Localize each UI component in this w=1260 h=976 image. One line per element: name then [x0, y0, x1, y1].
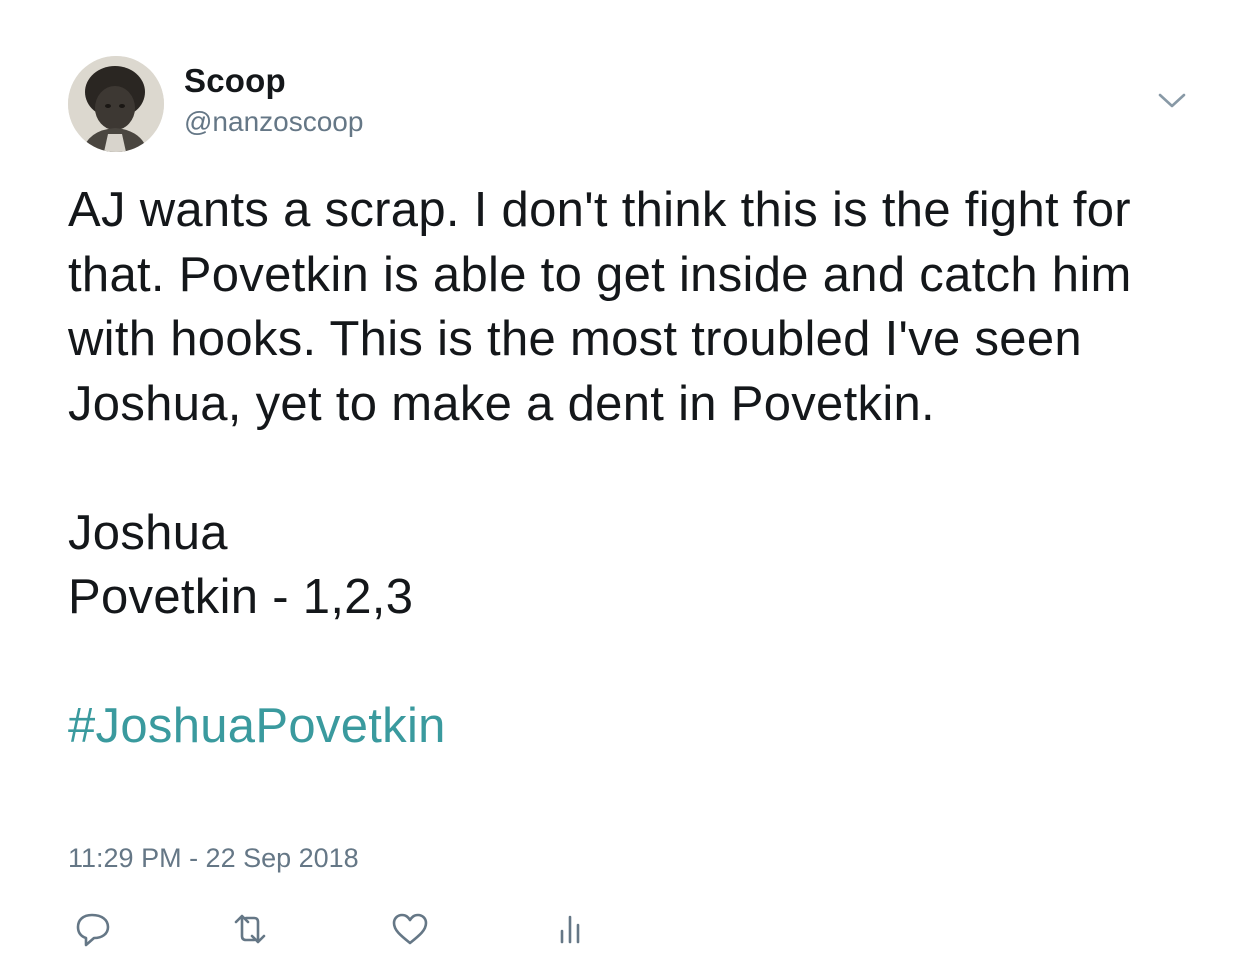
tweet-timestamp[interactable]: 11:29 PM - 22 Sep 2018	[68, 843, 359, 874]
avatar[interactable]	[68, 56, 164, 152]
heart-icon[interactable]	[386, 905, 434, 953]
tweet-card: Scoop @nanzoscoop AJ wants a scrap. I do…	[0, 0, 1260, 976]
author-handle[interactable]: @nanzoscoop	[184, 106, 363, 138]
retweet-icon[interactable]	[226, 905, 274, 953]
hashtag-link[interactable]: #JoshuaPovetkin	[68, 699, 446, 753]
avatar-photo	[68, 56, 164, 152]
tweet-paragraph: AJ wants a scrap. I don't think this is …	[68, 183, 1132, 431]
tweet-line: Joshua	[68, 505, 228, 560]
author-display-name[interactable]: Scoop	[184, 62, 286, 100]
chevron-down-icon[interactable]	[1154, 86, 1190, 116]
bar-chart-icon[interactable]	[546, 905, 594, 953]
tweet-line: Povetkin - 1,2,3	[68, 570, 414, 624]
tweet-text: AJ wants a scrap. I don't think this is …	[68, 178, 1198, 759]
reply-icon[interactable]	[70, 905, 118, 953]
tweet-actions	[68, 905, 628, 955]
